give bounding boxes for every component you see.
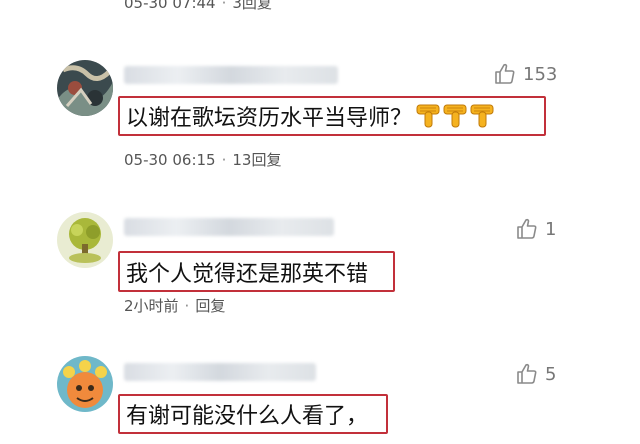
avatar[interactable]: [57, 356, 113, 412]
comment-text-highlight: 有谢可能没什么人看了，: [118, 394, 388, 434]
comment-meta: 05-30 06:15 · 13回复: [124, 149, 281, 170]
comment-time: 05-30 06:15: [124, 151, 216, 169]
thumbs-down-icon: [443, 104, 467, 128]
comment-meta: 05-30 07:44 · 3回复: [124, 0, 272, 13]
separator-dot: ·: [221, 0, 227, 12]
like-count: 1: [545, 218, 557, 240]
thumbs-up-icon: [517, 218, 537, 239]
like-button[interactable]: 1: [515, 217, 556, 241]
comment-text: 有谢可能没什么人看了，: [126, 404, 369, 429]
username[interactable]: [124, 218, 334, 236]
comment-time: 05-30 07:44: [124, 0, 216, 12]
comment-time: 2小时前: [124, 297, 179, 315]
comment-text: 我个人觉得还是那英不错: [126, 261, 369, 287]
thumbs-down-icon: [470, 104, 494, 128]
avatar[interactable]: [57, 212, 113, 268]
thumbs-down-icon: [416, 104, 440, 128]
separator-dot: ·: [184, 297, 190, 315]
like-button[interactable]: 5: [515, 362, 556, 386]
username[interactable]: [124, 363, 316, 381]
comment-text-highlight: 以谢在歌坛资历水平当导师？: [118, 96, 546, 136]
reply-link[interactable]: 3回复: [232, 0, 272, 12]
reply-link[interactable]: 13回复: [232, 151, 281, 169]
comment-text-highlight: 我个人觉得还是那英不错: [118, 251, 395, 292]
username[interactable]: [124, 66, 338, 84]
like-button[interactable]: 153: [493, 62, 557, 86]
reply-link[interactable]: 回复: [195, 297, 225, 315]
like-count: 153: [523, 63, 558, 85]
like-count: 5: [545, 363, 557, 385]
comment-text: 以谢在歌坛资历水平当导师？: [126, 106, 413, 131]
emoji-group: [416, 103, 497, 129]
thumbs-up-icon: [517, 363, 537, 384]
thumbs-up-icon: [495, 63, 515, 84]
separator-dot: ·: [221, 151, 227, 169]
avatar[interactable]: [57, 60, 113, 116]
comment-meta: 2小时前 · 回复: [124, 295, 225, 316]
